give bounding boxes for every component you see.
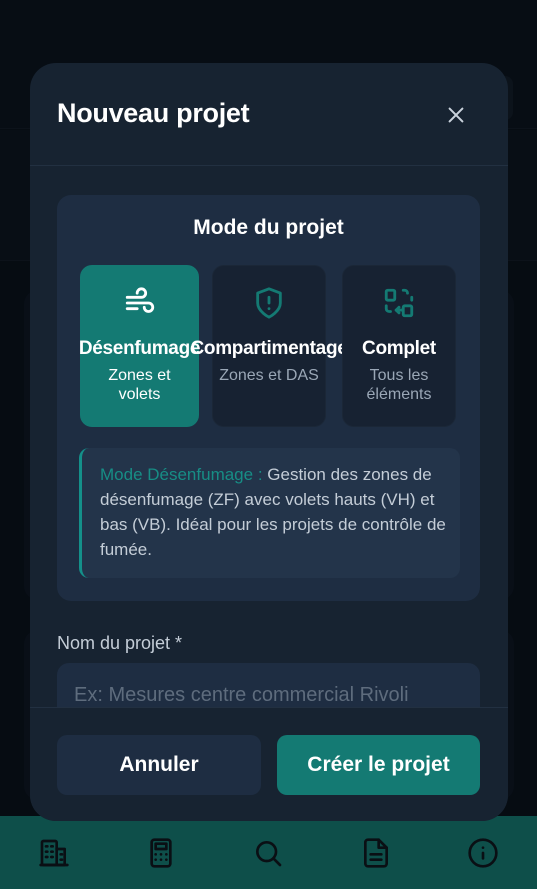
mode-section-title: Mode du projet [193,216,344,239]
mode-name: Compartimentage [190,338,348,359]
nav-item-calculator[interactable] [136,828,186,878]
modal-title: Nouveau projet [57,98,250,128]
mode-description: Tous les éléments [366,367,432,403]
mode-description: Zones et volets [108,367,171,403]
close-icon [448,107,464,123]
mode-selector-panel: Mode du projet Désenfumage Zones et vole… [57,195,480,601]
building-icon [39,839,69,866]
modal-header: Nouveau projet [30,63,508,166]
search-icon [256,840,282,866]
mode-description: Zones et DAS [219,367,319,384]
new-project-modal: Nouveau projet Mode du projet Désenfumag… [30,63,508,821]
mode-card-compartimentage[interactable]: Compartimentage Zones et DAS [190,265,348,427]
shield-alert-icon [256,287,282,319]
mode-info-text: Mode Désenfumage : Gestion des zones de … [100,462,446,562]
modal-footer: Annuler Créer le projet [30,707,508,821]
cancel-button[interactable]: Annuler [57,735,261,795]
mode-info-box: Mode Désenfumage : Gestion des zones de … [79,448,460,578]
mode-info-label: Mode Désenfumage : [100,465,263,484]
mode-name: Complet [362,338,436,359]
nav-item-projects[interactable] [29,828,79,878]
mode-name: Désenfumage [78,338,201,359]
project-name-label: Nom du projet * [57,633,183,653]
mode-card-complet[interactable]: Complet Tous les éléments [342,265,456,427]
mode-card-desenfumage[interactable]: Désenfumage Zones et volets [78,265,201,427]
document-icon [363,837,388,868]
nav-item-info[interactable] [458,828,508,878]
info-icon [468,837,498,868]
nav-item-search[interactable] [243,828,293,878]
bottom-nav [0,816,537,889]
nav-item-documents[interactable] [351,828,401,878]
create-project-button[interactable]: Créer le projet [277,735,480,795]
close-button[interactable] [440,99,472,131]
wind-icon [125,287,154,313]
components-icon [384,288,414,318]
calculator-icon [150,837,172,868]
